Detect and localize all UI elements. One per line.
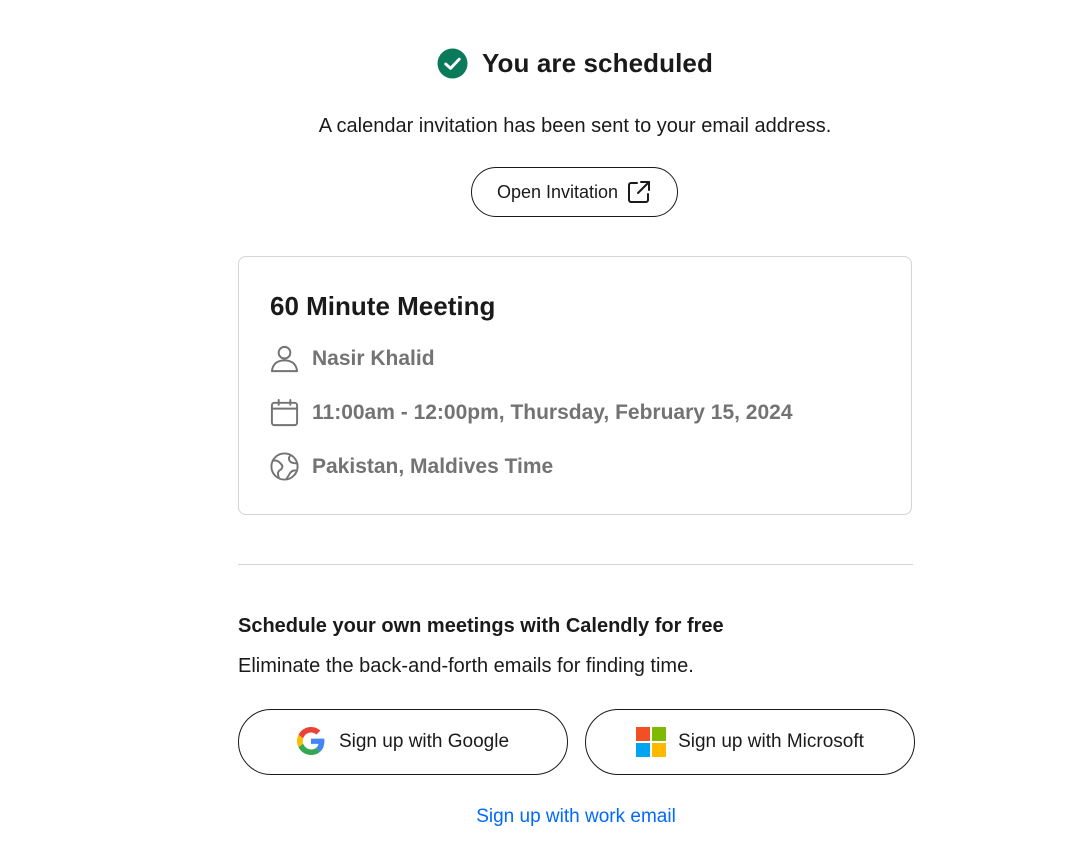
open-invitation-label: Open Invitation: [496, 181, 619, 202]
signup-microsoft-button[interactable]: Sign up with Microsoft: [585, 709, 915, 775]
signup-google-label: Sign up with Google: [338, 731, 510, 752]
globe-icon: [270, 452, 299, 481]
signup-google-button[interactable]: Sign up with Google: [238, 709, 568, 775]
confirmation-header: You are scheduled: [0, 48, 1069, 79]
event-timezone: Pakistan, Maldives Time: [312, 454, 554, 478]
signup-work-email-link[interactable]: Sign up with work email: [0, 806, 1069, 828]
event-host: Nasir Khalid: [312, 346, 435, 370]
event-name: 60 Minute Meeting: [270, 291, 496, 321]
google-logo-icon: [296, 727, 327, 757]
confirmation-page: You are scheduled A calendar invitation …: [0, 0, 1069, 841]
page-subtitle: A calendar invitation has been sent to y…: [318, 115, 832, 137]
section-divider: [238, 564, 913, 565]
microsoft-logo-icon: [636, 727, 667, 757]
open-invitation-button[interactable]: Open Invitation: [471, 167, 678, 217]
external-link-icon: [626, 179, 652, 205]
page-title: You are scheduled: [482, 48, 713, 78]
event-timezone-row: Pakistan, Maldives Time: [269, 451, 553, 482]
check-circle-icon: [437, 48, 468, 79]
promo-title: Schedule your own meetings with Calendly…: [238, 615, 724, 637]
calendar-icon: [270, 398, 299, 427]
event-details-card: 60 Minute Meeting Nasir Khalid 11:00am -…: [238, 256, 912, 515]
confirmation-header-inner: You are scheduled: [437, 48, 713, 79]
signup-microsoft-label: Sign up with Microsoft: [678, 731, 864, 752]
promo-subtitle: Eliminate the back-and-forth emails for …: [238, 655, 694, 677]
event-host-row: Nasir Khalid: [269, 343, 435, 374]
event-datetime-row: 11:00am - 12:00pm, Thursday, February 15…: [269, 397, 793, 428]
person-icon: [270, 345, 299, 373]
event-datetime: 11:00am - 12:00pm, Thursday, February 15…: [312, 400, 793, 424]
